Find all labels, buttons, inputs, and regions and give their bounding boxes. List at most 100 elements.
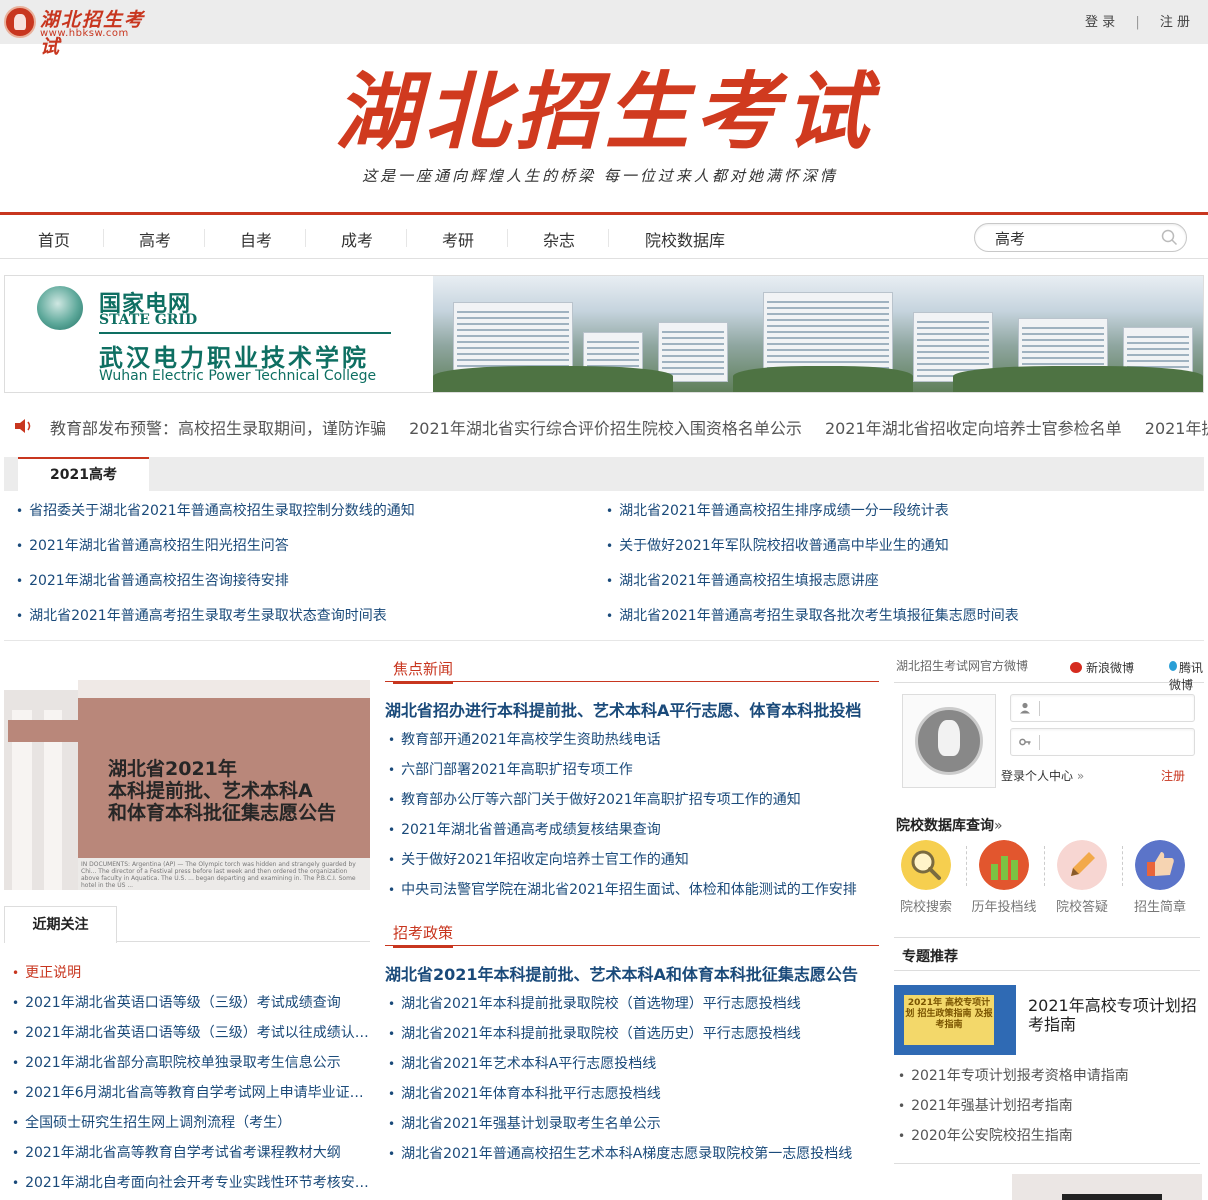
login-panel: 登录个人中心 » 注册 [894, 690, 1204, 800]
nav-chengkao[interactable]: 成考 [341, 227, 373, 251]
gaokao-link[interactable]: 湖北省2021年普通高考招生录取各批次考生填报征集志愿时间表 [606, 605, 1019, 625]
db-college-search[interactable]: 院校搜索 [891, 840, 961, 915]
policy-link[interactable]: 湖北省2021年强基计划录取考生名单公示 [388, 1113, 661, 1133]
nav-college-database[interactable]: 院校数据库 [645, 227, 725, 251]
campus-trees [433, 366, 673, 392]
nav-divider [608, 229, 609, 247]
featured-poster[interactable]: 湖北省2021年 本科提前批、艺术本科A 和体育本科批征集志愿公告 IN DOC… [4, 680, 370, 890]
db-admission-brochure[interactable]: 招生简章 [1125, 840, 1195, 915]
recent-link[interactable]: 2021年湖北自考面向社会开考专业实践性环节考核安排… [12, 1172, 370, 1192]
recent-link[interactable]: 2021年湖北省部分高职院校单独录取考生信息公示 [12, 1052, 370, 1072]
next-section-image[interactable] [1012, 1174, 1202, 1200]
recent-link[interactable]: 2021年湖北省英语口语等级（三级）考试成绩查询 [12, 992, 370, 1012]
gaokao-link[interactable]: 湖北省2021年普通高校招生排序成绩一分一段统计表 [606, 500, 949, 520]
site-logo[interactable]: 湖北招生考试 www.hbksw.com [4, 4, 164, 58]
policy-title[interactable]: 招考政策 [393, 922, 454, 948]
special-topic-link[interactable]: 2021年专项计划报考资格申请指南 [898, 1065, 1129, 1085]
magnifier-icon [901, 840, 951, 890]
recent-link[interactable]: 2021年湖北省高等教育自学考试省考课程教材大纲 [12, 1142, 370, 1162]
db-item-label: 招生简章 [1133, 900, 1186, 915]
poster-line: 湖北省2021年 [108, 758, 237, 780]
bar-chart-icon [979, 840, 1029, 890]
register-link[interactable]: 注 册 [1160, 11, 1190, 30]
sina-weibo-label: 新浪微博 [1086, 661, 1135, 675]
ticker-item[interactable]: 教育部发布预警：高校招生录取期间，谨防诈骗 [50, 419, 386, 438]
section-divider [894, 1163, 1200, 1164]
database-title[interactable]: 院校数据库查询» [896, 815, 1003, 835]
tab-recent-focus[interactable]: 近期关注 [4, 906, 117, 943]
focus-link[interactable]: 中央司法警官学院在湖北省2021年招生面试、体检和体能测试的工作安排 [388, 879, 857, 899]
gaokao-link[interactable]: 关于做好2021年军队院校招收普通高中毕业生的通知 [606, 535, 949, 555]
special-topic-link[interactable]: 2020年公安院校招生指南 [898, 1125, 1073, 1145]
password-field[interactable] [1010, 728, 1195, 756]
policy-header: 招考政策 [385, 920, 879, 948]
tencent-weibo-icon [1169, 661, 1177, 671]
gaokao-link[interactable]: 省招委关于湖北省2021年普通高校招生录取控制分数线的通知 [16, 500, 415, 520]
focus-link[interactable]: 教育部开通2021年高校学生资助热线电话 [388, 729, 661, 749]
policy-link[interactable]: 湖北省2021年普通高校招生艺术本科A梯度志愿录取院校第一志愿投档线 [388, 1143, 852, 1163]
policy-link[interactable]: 湖北省2021年本科提前批录取院校（首选物理）平行志愿投档线 [388, 993, 801, 1013]
login-link[interactable]: 登 录 [1085, 11, 1115, 30]
tencent-weibo-link[interactable]: 腾讯微博 [1169, 659, 1204, 693]
ad-rule [99, 332, 391, 334]
focus-link[interactable]: 六部门部署2021年高职扩招专项工作 [388, 759, 633, 779]
user-icon [1020, 702, 1030, 714]
db-score-lines[interactable]: 历年投档线 [969, 840, 1039, 915]
recent-link[interactable]: 全国硕士研究生招生网上调剂流程（考生） [12, 1112, 370, 1132]
focus-news-title[interactable]: 焦点新闻 [393, 658, 454, 684]
gaokao-link[interactable]: 2021年湖北省普通高校招生咨询接待安排 [16, 570, 289, 590]
ticker-item[interactable]: 2021年湖北省招收定向培养士官参检名单 [825, 419, 1122, 438]
db-item-label: 院校搜索 [899, 900, 952, 915]
nav-gaokao[interactable]: 高考 [139, 227, 171, 251]
nav-divider [406, 229, 407, 247]
ad-brand-en: STATE GRID [99, 312, 198, 328]
search-input[interactable] [995, 227, 1145, 249]
db-college-qa[interactable]: 院校答疑 [1047, 840, 1117, 915]
news-ticker: 教育部发布预警：高校招生录取期间，谨防诈骗 2021年湖北省实行综合评价招生院校… [0, 405, 1208, 445]
db-item-label: 院校答疑 [1055, 900, 1108, 915]
nav-zikao[interactable]: 自考 [240, 227, 272, 251]
username-field[interactable] [1010, 694, 1195, 722]
site-banner: 湖北招生考试 这是一座通向辉煌人生的桥梁 每一位过来人都对她满怀深情 [0, 44, 1208, 214]
official-weibo-label: 湖北招生考试网官方微博 [896, 659, 1029, 673]
nav-kaoyan[interactable]: 考研 [442, 227, 474, 251]
search-icon[interactable] [1161, 229, 1178, 246]
policy-link[interactable]: 湖北省2021年体育本科批平行志愿投档线 [388, 1083, 661, 1103]
speaker-icon [15, 419, 31, 433]
special-topic-link[interactable]: 2021年强基计划招考指南 [898, 1095, 1073, 1115]
recent-link[interactable]: 2021年6月湖北省高等教育自学考试网上申请毕业证须知 [12, 1082, 370, 1102]
register-button[interactable]: 注册 [1161, 767, 1185, 784]
nav-home[interactable]: 首页 [38, 227, 70, 251]
gaokao-link[interactable]: 湖北省2021年普通高校招生填报志愿讲座 [606, 570, 879, 590]
sina-weibo-link[interactable]: 新浪微博 [1070, 659, 1134, 676]
special-topic-title[interactable]: 2021年高校专项计划招考指南 [1028, 996, 1198, 1034]
tab-gaokao-2021[interactable]: 2021高考 [18, 457, 149, 491]
focus-headline[interactable]: 湖北省招办进行本科提前批、艺术本科A平行志愿、体育本科批投档 [385, 697, 861, 721]
recent-link[interactable]: 更正说明 [12, 962, 370, 982]
nav-magazine[interactable]: 杂志 [543, 227, 575, 251]
campus-trees [733, 366, 913, 392]
policy-link[interactable]: 湖北省2021年艺术本科A平行志愿投档线 [388, 1053, 656, 1073]
poster-text: 湖北省2021年 本科提前批、艺术本科A 和体育本科批征集志愿公告 [108, 758, 336, 824]
database-title-label: 院校数据库查询 [896, 818, 994, 834]
recent-link[interactable]: 2021年湖北省英语口语等级（三级）考试以往成绩认定… [12, 1022, 370, 1042]
double-arrow-icon: » [1076, 769, 1085, 783]
logo-seal-icon [4, 6, 36, 38]
ticker-item[interactable]: 2021年湖北省实行综合评价招生院校入围资格名单公示 [409, 419, 802, 438]
nav-divider [507, 229, 508, 247]
field-divider [1039, 735, 1040, 750]
special-topic-image-text: 2021年 高校专项计划 招生政策指南 及报考指南 [904, 995, 994, 1045]
focus-link[interactable]: 2021年湖北省普通高考成绩复核结果查询 [388, 819, 661, 839]
gaokao-link[interactable]: 湖北省2021年普通高考招生录取考生录取状态查询时间表 [16, 605, 387, 625]
focus-link[interactable]: 教育部办公厅等六部门关于做好2021年高职扩招专项工作的通知 [388, 789, 801, 809]
campus-trees [953, 366, 1203, 392]
focus-link[interactable]: 关于做好2021年招收定向培养士官工作的通知 [388, 849, 689, 869]
policy-link[interactable]: 湖北省2021年本科提前批录取院校（首选历史）平行志愿投档线 [388, 1023, 801, 1043]
college-ad-banner[interactable]: 国家电网 STATE GRID 武汉电力职业技术学院 Wuhan Electri… [4, 275, 1204, 393]
gaokao-link[interactable]: 2021年湖北省普通高校招生阳光招生问答 [16, 535, 289, 555]
login-center-link[interactable]: 登录个人中心 » [1001, 767, 1084, 784]
special-topic-image[interactable]: 2021年 高校专项计划 招生政策指南 及报考指南 [894, 985, 1016, 1055]
policy-headline[interactable]: 湖北省2021年本科提前批、艺术本科A和体育本科批征集志愿公告 [385, 961, 858, 985]
ticker-item[interactable]: 2021年提前 [1145, 419, 1208, 438]
gaokao-header: 2021高考 [4, 457, 1204, 491]
